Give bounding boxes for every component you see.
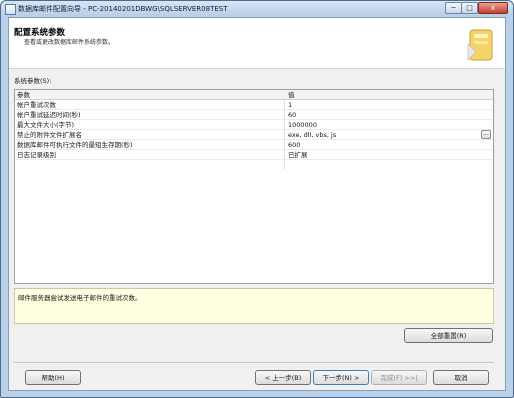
table-row[interactable]: 帐户重试延迟时间(秒) 60 <box>15 110 493 120</box>
close-button[interactable]: x <box>478 2 508 14</box>
window-title: 数据库邮件配置向导 - PC-20140201DBWG\SQLSERVER08T… <box>18 5 228 13</box>
parameter-name: 帐户重试次数 <box>17 101 56 109</box>
wizard-header-icon <box>467 29 493 61</box>
divider <box>14 362 494 363</box>
parameter-value[interactable]: 60 <box>288 111 296 119</box>
column-header-value[interactable]: 值 <box>288 91 295 99</box>
parameter-name: 帐户重试延迟时间(秒) <box>17 111 81 119</box>
table-row[interactable]: 最大文件大小(字节) 1000000 <box>15 120 493 130</box>
help-button[interactable]: 帮助(H) <box>25 370 81 385</box>
parameter-value[interactable]: 已扩展 <box>288 151 308 159</box>
parameter-value[interactable]: 600 <box>288 141 300 149</box>
grid-header-row: 参数 值 <box>15 90 493 100</box>
reset-all-button[interactable]: 全部重置(R) <box>404 328 493 343</box>
table-row[interactable]: 日志记录级别 已扩展 <box>15 150 493 160</box>
parameter-value[interactable]: 1 <box>288 101 292 109</box>
maximize-button[interactable]: □ <box>461 2 478 14</box>
back-button[interactable]: < 上一步(B) <box>255 370 311 385</box>
parameter-value[interactable]: exe, dll, vbs, js <box>288 131 336 139</box>
parameter-name: 禁止的附件文件扩展名 <box>17 131 82 139</box>
minimize-button[interactable]: ─ <box>445 2 462 14</box>
finish-button: 完成(F) >>| <box>371 370 427 385</box>
parameter-value[interactable]: 1000000 <box>288 121 317 129</box>
edit-extensions-button[interactable]: ... <box>481 130 491 139</box>
next-button[interactable]: 下一步(N) > <box>313 370 369 385</box>
description-text: 邮件服务器尝试发送电子邮件的重试次数。 <box>18 294 142 302</box>
table-row[interactable]: 数据库邮件可执行文件的最短生存期(秒) 600 <box>15 140 493 150</box>
page-subtitle: 查看或更改数据库邮件系统参数。 <box>24 39 115 46</box>
column-header-parameter[interactable]: 参数 <box>17 91 30 99</box>
app-icon <box>5 4 16 15</box>
parameter-name: 日志记录级别 <box>17 151 56 159</box>
table-row[interactable]: 禁止的附件文件扩展名 exe, dll, vbs, js ... <box>15 130 493 140</box>
parameter-name: 数据库邮件可执行文件的最短生存期(秒) <box>17 141 133 149</box>
parameter-name: 最大文件大小(字节) <box>17 121 75 129</box>
cancel-button[interactable]: 取消 <box>433 370 489 385</box>
system-parameters-label: 系统参数(S): <box>14 77 52 85</box>
parameters-grid[interactable]: 参数 值 帐户重试次数 1 帐户重试延迟时间(秒) 60 最大文件大小(字节) … <box>14 89 494 284</box>
table-row[interactable]: 帐户重试次数 1 <box>15 100 493 110</box>
